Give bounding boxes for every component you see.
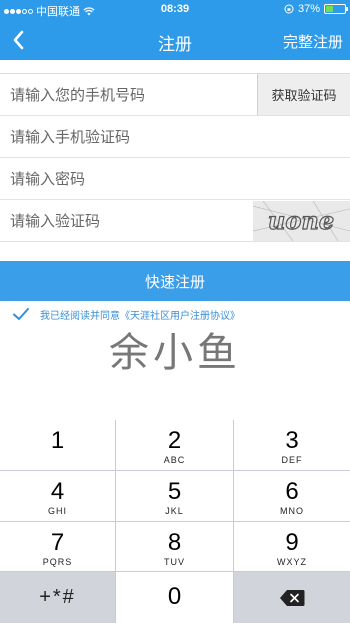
key-1[interactable]: 1	[0, 420, 116, 471]
key-2[interactable]: 2 ABC	[116, 420, 234, 471]
phone-input[interactable]	[0, 74, 250, 115]
sms-code-input[interactable]	[0, 116, 250, 157]
nav-bar: 注册 完整注册	[0, 20, 350, 60]
numeric-keyboard: 1 2 ABC 3 DEF 4 GHI 5 JKL 6 MNO 7 PQRS 8…	[0, 420, 350, 623]
captcha-input[interactable]	[0, 200, 250, 241]
key-7[interactable]: 7 PQRS	[0, 522, 116, 572]
key-8[interactable]: 8 TUV	[116, 522, 234, 572]
key-3[interactable]: 3 DEF	[234, 420, 350, 471]
captcha-text: uone	[268, 206, 334, 235]
sms-code-row	[0, 116, 350, 158]
status-bar: 中国联通 08:39 37%	[0, 0, 350, 20]
password-row	[0, 158, 350, 200]
captcha-image[interactable]: uone	[253, 201, 350, 241]
orientation-lock-icon	[284, 4, 294, 14]
key-0[interactable]: 0	[116, 572, 234, 623]
captcha-row: uone	[0, 200, 350, 242]
key-6[interactable]: 6 MNO	[234, 471, 350, 522]
status-right: 37%	[284, 3, 348, 15]
key-9[interactable]: 9 WXYZ	[234, 522, 350, 572]
watermark-text: 余小鱼	[109, 330, 241, 376]
key-4[interactable]: 4 GHI	[0, 471, 116, 522]
phone-row: 获取验证码	[0, 74, 350, 116]
battery-icon	[324, 4, 348, 14]
battery-percent: 37%	[297, 3, 320, 15]
key-symbols[interactable]: +*#	[0, 572, 116, 623]
full-register-button[interactable]: 完整注册	[283, 31, 343, 52]
backspace-icon	[280, 590, 305, 606]
captcha-noise: uone	[253, 201, 350, 241]
key-delete[interactable]	[234, 572, 350, 623]
battery-fill	[326, 6, 333, 12]
password-input[interactable]	[0, 158, 250, 199]
quick-register-button[interactable]: 快速注册	[0, 261, 350, 301]
key-5[interactable]: 5 JKL	[116, 471, 234, 522]
register-form: 获取验证码 uone	[0, 73, 350, 242]
get-code-button[interactable]: 获取验证码	[257, 74, 350, 115]
